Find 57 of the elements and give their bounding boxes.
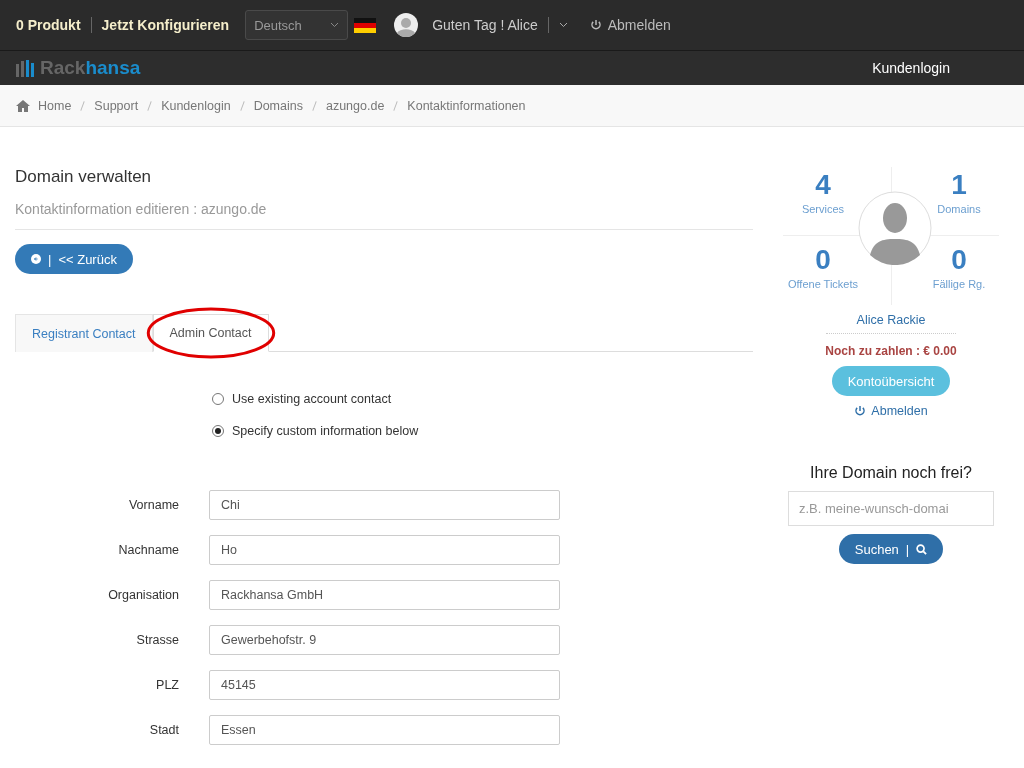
avatar-icon — [394, 13, 419, 37]
domain-search-field[interactable]: z.B. meine-wunsch-domai — [788, 491, 994, 526]
chevron-down-icon[interactable] — [558, 22, 568, 28]
input-field[interactable]: Chi — [209, 490, 560, 520]
page-title: Domain verwalten — [15, 167, 153, 187]
home-icon — [16, 99, 30, 112]
stat-label[interactable]: Offene Tickets — [787, 278, 859, 290]
field-label: Organisation — [107, 588, 179, 602]
radio-label: Specify custom information below — [232, 424, 419, 438]
input-field[interactable]: 45145 — [209, 670, 560, 700]
nav-link[interactable]: Kundenlogin — [872, 60, 950, 76]
breadcrumb-link[interactable]: azungo.de — [325, 98, 385, 113]
breadcrumb-link[interactable]: Kontaktinformationen — [407, 98, 526, 113]
back-circle-icon — [31, 254, 41, 264]
avatar-icon — [858, 191, 932, 265]
user-name[interactable]: Alice Rackie — [826, 313, 956, 334]
radio-label: Use existing account contact — [232, 392, 392, 406]
power-icon — [589, 19, 602, 31]
tab[interactable]: Registrant Contact — [15, 314, 153, 352]
input-field[interactable]: Essen — [209, 715, 560, 745]
stat-number: 0 — [951, 243, 967, 277]
field-label: PLZ — [155, 678, 179, 692]
domain-search-title: Ihre Domain noch frei? — [810, 464, 972, 482]
language-select[interactable]: Deutsch — [245, 10, 349, 40]
flag-icon — [354, 17, 377, 33]
logout-link[interactable]: Abmelden — [854, 404, 928, 418]
stat-number: 4 — [815, 168, 831, 202]
field-label: Vorname — [127, 498, 179, 512]
stat-label[interactable]: Services — [801, 203, 845, 215]
power-icon — [854, 405, 867, 417]
stat-label[interactable]: Domains — [937, 203, 981, 215]
input-field[interactable]: Rackhansa GmbH — [209, 580, 560, 610]
stat-label[interactable]: Fällige Rg. — [932, 278, 986, 290]
stat-number: 1 — [951, 168, 967, 202]
cart-link[interactable]: 0 Produkt — [16, 17, 81, 33]
logout-link[interactable]: Abmelden — [589, 17, 671, 33]
logo[interactable]: Rackhansa — [16, 57, 141, 79]
input-field[interactable]: Ho — [209, 535, 560, 565]
back-button[interactable]: | << Zurück — [15, 244, 133, 274]
chevron-down-icon — [330, 22, 340, 28]
input-field[interactable]: Gewerbehofstr. 9 — [209, 625, 560, 655]
logo-bars-icon — [16, 59, 34, 77]
field-label: Stadt — [148, 723, 179, 737]
greeting-text[interactable]: Guten Tag ! Alice — [432, 17, 538, 33]
breadcrumb-link[interactable]: Kundenlogin — [161, 98, 231, 113]
search-button[interactable]: Suchen | — [838, 534, 944, 564]
stat-number: 0 — [815, 243, 831, 277]
breadcrumb-link[interactable]: Home — [38, 98, 72, 113]
field-label: Nachname — [117, 543, 179, 557]
search-icon — [916, 543, 928, 555]
field-label: Strasse — [135, 633, 179, 647]
configure-link[interactable]: Jetzt Konfigurieren — [101, 17, 230, 33]
tab[interactable]: Admin Contact — [152, 314, 269, 352]
breadcrumb-link[interactable]: Support — [94, 98, 139, 113]
page-subtitle: Kontaktinformation editieren : azungo.de — [15, 201, 753, 230]
balance-text: Noch zu zahlen : € 0.00 — [825, 344, 957, 358]
breadcrumb-link[interactable]: Domains — [253, 98, 303, 113]
